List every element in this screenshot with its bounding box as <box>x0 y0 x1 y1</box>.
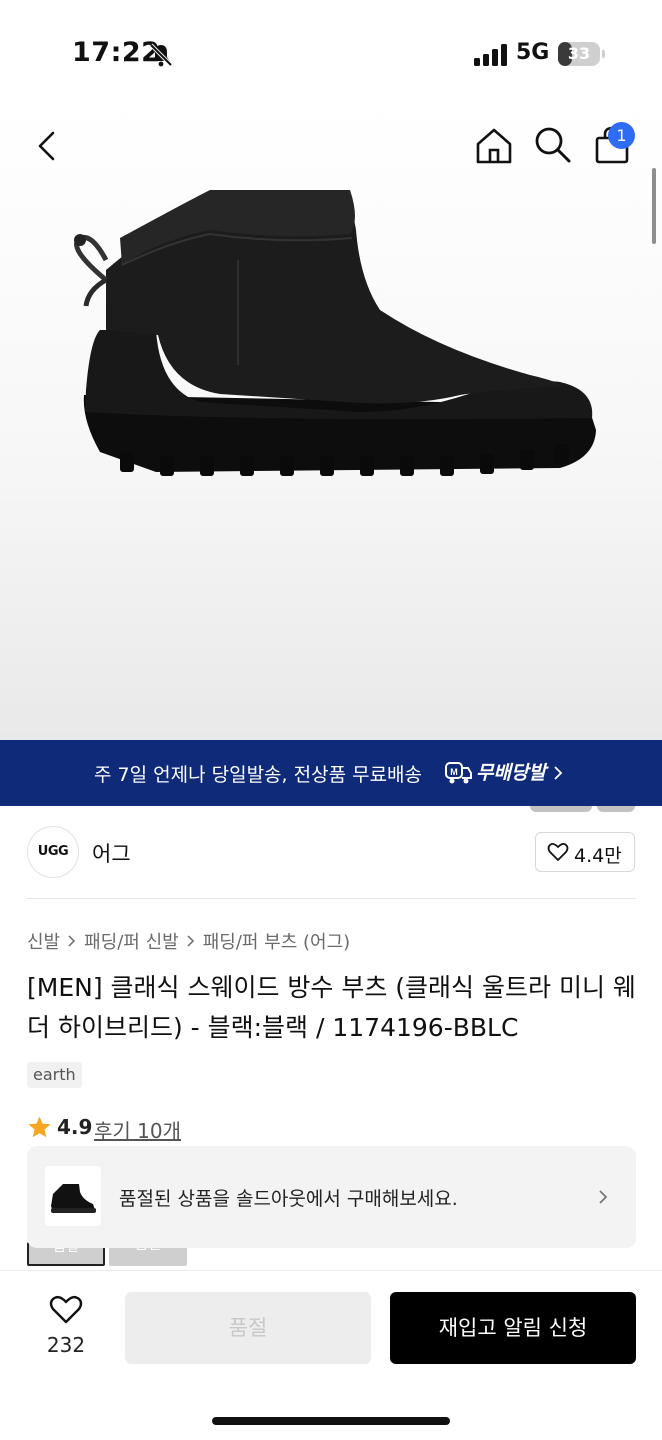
brand-like-button[interactable]: 4.4만 <box>535 832 635 872</box>
brand-like-count: 4.4만 <box>574 845 622 867</box>
soldout-card[interactable]: 품절된 상품을 솔드아웃에서 구매해보세요. <box>27 1146 636 1248</box>
shipping-banner[interactable]: 주 7일 언제나 당일발송, 전상품 무료배송 M 무배당발 <box>0 740 662 806</box>
divider <box>27 898 636 899</box>
battery-level: 33 <box>567 44 591 63</box>
soldout-button[interactable]: 품절 <box>125 1292 371 1364</box>
network-label: 5G <box>516 40 550 65</box>
bell-slash-icon <box>149 43 173 67</box>
status-bar: 17:22 5G 33 <box>0 0 662 100</box>
home-indicator[interactable] <box>212 1417 450 1425</box>
breadcrumb: 신발 패딩/퍼 신발 패딩/퍼 부츠 (어그) <box>27 928 350 954</box>
delivery-truck-icon: M <box>445 762 472 784</box>
chevron-right-icon <box>554 766 563 780</box>
heart-icon <box>547 842 569 861</box>
product-title: [MEN] 클래식 스웨이드 방수 부츠 (클래식 울트라 미니 웨더 하이브리… <box>27 973 636 1042</box>
soldout-message: 품절된 상품을 솔드아웃에서 구매해보세요. <box>119 1188 458 1210</box>
breadcrumb-item[interactable]: 패딩/퍼 부츠 (어그) <box>203 928 350 954</box>
bottom-action-bar: 232 품절 재입고 알림 신청 <box>0 1270 662 1440</box>
review-link[interactable]: 후기 10개 <box>94 1115 181 1144</box>
product-gallery[interactable]: 1 / 6 <box>0 100 662 812</box>
search-icon[interactable] <box>530 122 574 166</box>
battery-icon: 33 <box>558 42 600 66</box>
heart-icon[interactable] <box>49 1295 83 1325</box>
chevron-right-icon <box>187 935 194 947</box>
shipping-brand: 무배당발 <box>476 762 546 784</box>
brand-name[interactable]: 어그 <box>92 838 131 868</box>
product-image <box>74 190 597 476</box>
chevron-right-icon <box>599 1190 608 1204</box>
wish-count: 232 <box>46 1333 86 1357</box>
chevron-right-icon <box>68 935 76 947</box>
breadcrumb-item[interactable]: 신발 <box>27 928 60 954</box>
restock-alert-button[interactable]: 재입고 알림 신청 <box>390 1292 636 1364</box>
rating-value: 4.9 <box>57 1115 93 1139</box>
battery-tip <box>602 50 605 58</box>
home-icon[interactable] <box>472 124 516 168</box>
star-icon <box>28 1116 51 1138</box>
back-icon[interactable] <box>26 124 70 168</box>
svg-text:M: M <box>450 767 458 777</box>
scroll-indicator[interactable] <box>652 168 656 244</box>
product-tag[interactable]: earth <box>27 1062 82 1088</box>
product-thumbnail <box>45 1166 101 1226</box>
signal-icon <box>474 44 507 66</box>
brand-logo[interactable]: UGG <box>27 826 79 878</box>
shipping-text: 주 7일 언제나 당일발송, 전상품 무료배송 <box>94 764 423 786</box>
breadcrumb-item[interactable]: 패딩/퍼 신발 <box>84 928 179 954</box>
cart-badge: 1 <box>608 122 635 149</box>
